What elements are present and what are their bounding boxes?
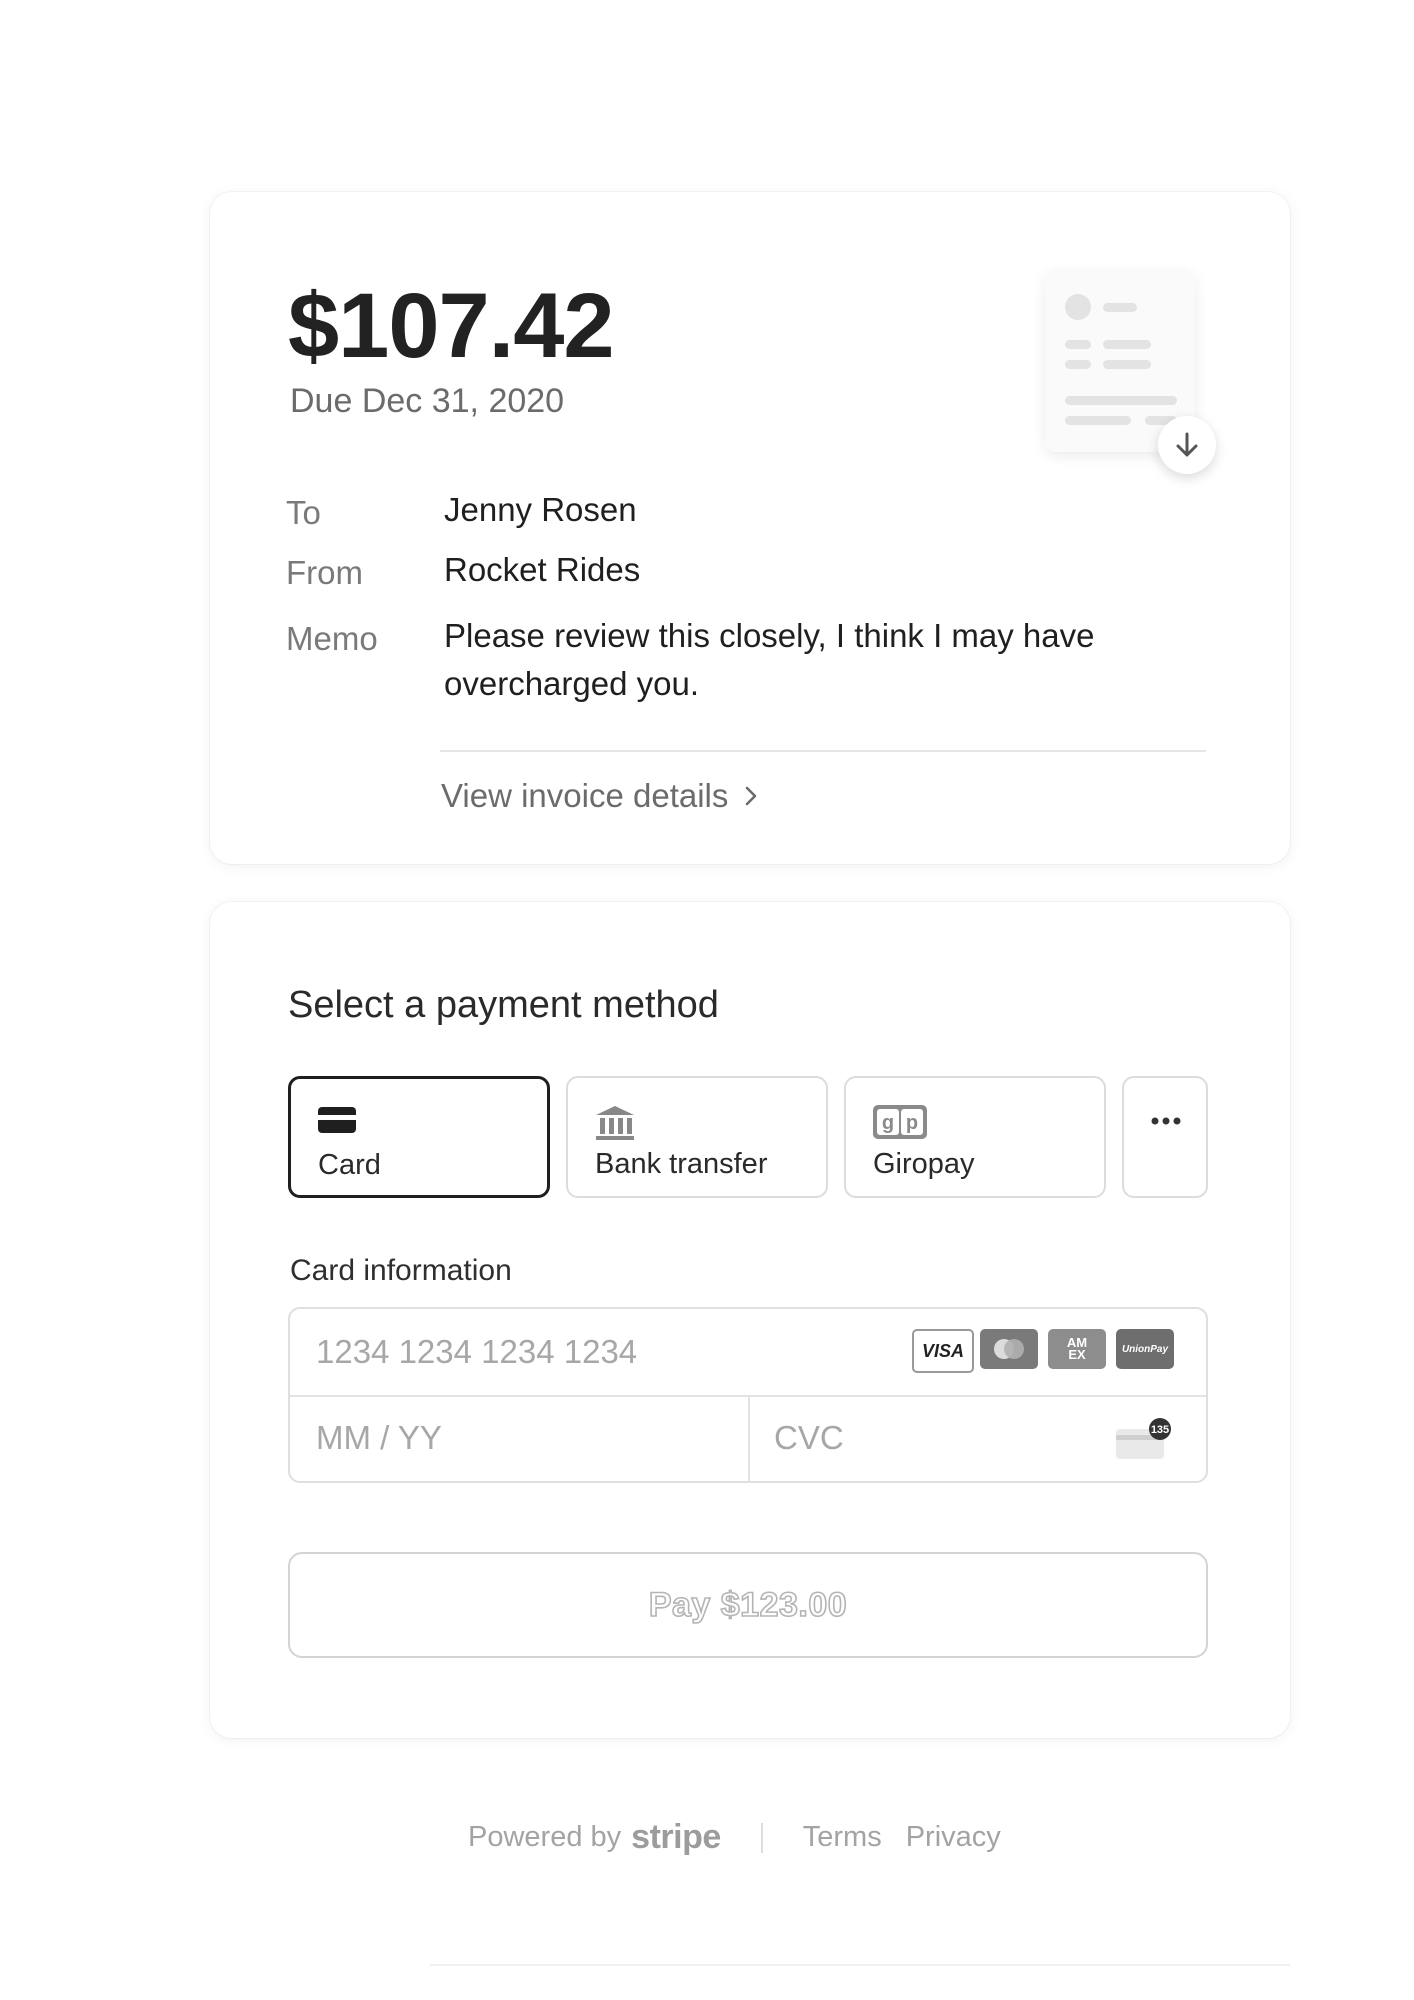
more-icon [1151, 1117, 1181, 1125]
more-methods-button[interactable] [1122, 1076, 1208, 1198]
to-value: Jenny Rosen [444, 491, 637, 528]
document-dot [1065, 294, 1091, 320]
pay-button-label: Pay $123.00 [648, 1585, 848, 1625]
tab-bank-transfer-label: Bank transfer [595, 1148, 768, 1180]
invoice-summary-card: $107.42 Due Dec 31, 2020 To Jenny Rosen … [210, 192, 1290, 864]
card-information-label: Card information [290, 1254, 512, 1287]
from-label: From [286, 554, 363, 591]
card-number-input[interactable]: 1234 1234 1234 1234 [316, 1333, 637, 1371]
stripe-logo[interactable]: stripe [631, 1818, 721, 1857]
view-invoice-details-link[interactable]: View invoice details [441, 777, 758, 815]
due-date: Due Dec 31, 2020 [290, 382, 565, 420]
card-information-fields: 1234 1234 1234 1234 VISA AM EX UnionPay M… [288, 1307, 1208, 1483]
invoice-amount: $107.42 [288, 275, 615, 377]
giropay-icon: g p [873, 1105, 927, 1139]
privacy-link[interactable]: Privacy [906, 1821, 1001, 1854]
payment-card: Select a payment method Card Bank transf… [210, 902, 1290, 1738]
tab-giropay[interactable]: g p Giropay [844, 1076, 1106, 1198]
chevron-right-icon [746, 786, 757, 806]
from-value: Rocket Rides [444, 551, 641, 588]
svg-text:p: p [906, 1112, 918, 1134]
field-separator [748, 1395, 750, 1483]
document-line [1065, 360, 1091, 369]
tab-card[interactable]: Card [288, 1076, 550, 1198]
amex-icon: AM EX [1048, 1329, 1106, 1369]
document-line [1103, 340, 1151, 349]
payment-method-title: Select a payment method [288, 984, 719, 1026]
tab-card-label: Card [318, 1149, 381, 1181]
mastercard-icon [980, 1329, 1038, 1369]
memo-label: Memo [286, 620, 378, 657]
bottom-divider [430, 1964, 1290, 1966]
cvc-card-icon: 135 [1116, 1418, 1171, 1459]
tab-bank-transfer[interactable]: Bank transfer [566, 1076, 828, 1198]
svg-text:g: g [882, 1112, 894, 1134]
document-line [1065, 340, 1091, 349]
cvc-input[interactable]: CVC [774, 1419, 844, 1457]
download-invoice-button[interactable] [1158, 416, 1216, 474]
document-line [1065, 416, 1131, 425]
expiry-input[interactable]: MM / YY [316, 1419, 442, 1457]
document-line [1065, 396, 1177, 405]
arrow-down-icon [1176, 432, 1198, 457]
card-icon [318, 1107, 356, 1133]
visa-icon: VISA [912, 1329, 974, 1373]
to-label: To [286, 494, 321, 531]
pay-button[interactable]: Pay $123.00 [288, 1552, 1208, 1658]
svg-text:135: 135 [1151, 1424, 1169, 1436]
memo-value: Please review this closely, I think I ma… [444, 617, 1095, 702]
bank-icon [596, 1106, 634, 1140]
tab-giropay-label: Giropay [873, 1148, 975, 1180]
footer: Powered by stripe Terms Privacy [468, 1818, 1001, 1857]
document-line [1103, 360, 1151, 369]
divider [440, 750, 1206, 752]
view-invoice-details-label: View invoice details [441, 777, 729, 814]
document-line [1103, 303, 1137, 312]
unionpay-icon: UnionPay [1116, 1329, 1174, 1369]
footer-separator [760, 1822, 763, 1853]
powered-by-text: Powered by [468, 1821, 622, 1853]
terms-link[interactable]: Terms [803, 1821, 882, 1854]
